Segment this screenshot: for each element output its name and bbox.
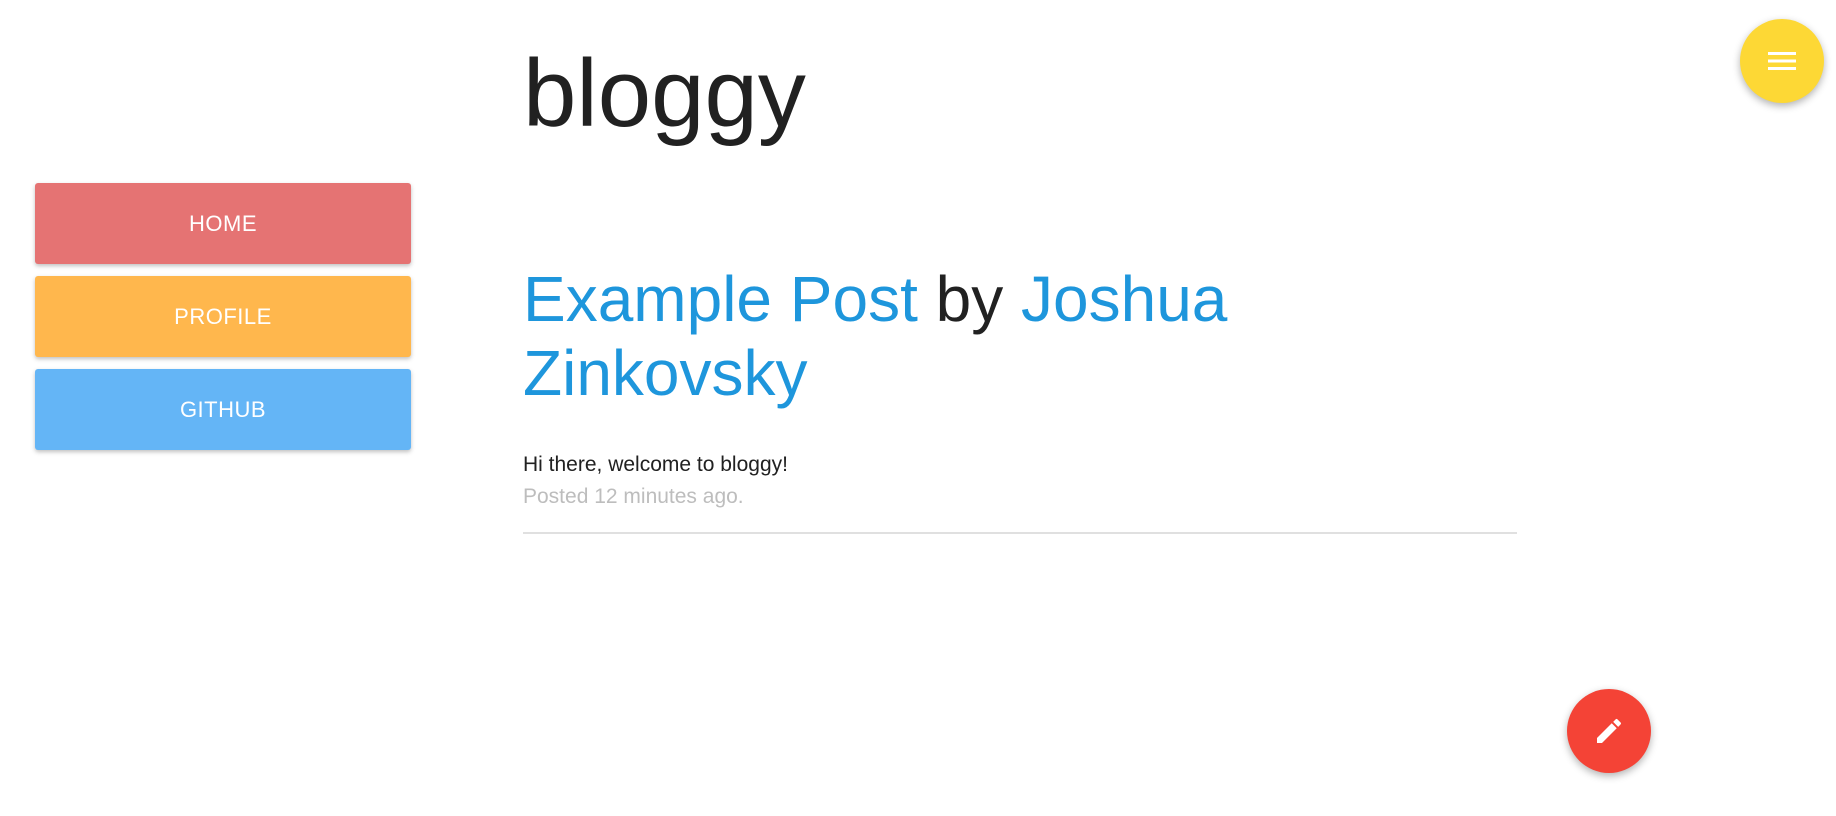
github-button-label: GITHUB	[179, 396, 267, 422]
site-title: bloggy	[523, 40, 806, 147]
github-button[interactable]: GITHUB	[35, 369, 411, 450]
page: HOME PROFILE GITHUB bloggy Example Post …	[0, 0, 1836, 816]
post-by-text: by	[935, 263, 1004, 335]
menu-fab-button[interactable]	[1740, 19, 1824, 103]
profile-button[interactable]: PROFILE	[35, 276, 411, 357]
post-title-link[interactable]: Example Post	[523, 263, 918, 335]
post-title: Example Post by Joshua Zinkovsky	[523, 262, 1517, 410]
profile-button-label: PROFILE	[174, 303, 272, 329]
pencil-icon	[1597, 718, 1622, 743]
hamburger-menu-icon	[1768, 52, 1796, 70]
sidebar-nav: HOME PROFILE GITHUB	[35, 183, 411, 462]
main-content: bloggy Example Post by Joshua Zinkovsky …	[523, 0, 1517, 534]
post-timestamp: Posted 12 minutes ago.	[523, 485, 744, 508]
home-button-label: HOME	[189, 210, 257, 236]
post-body: Hi there, welcome to bloggy!	[523, 453, 788, 476]
edit-post-fab-button[interactable]	[1567, 689, 1651, 773]
post: Example Post by Joshua Zinkovsky Hi ther…	[523, 262, 1517, 534]
home-button[interactable]: HOME	[35, 183, 411, 264]
